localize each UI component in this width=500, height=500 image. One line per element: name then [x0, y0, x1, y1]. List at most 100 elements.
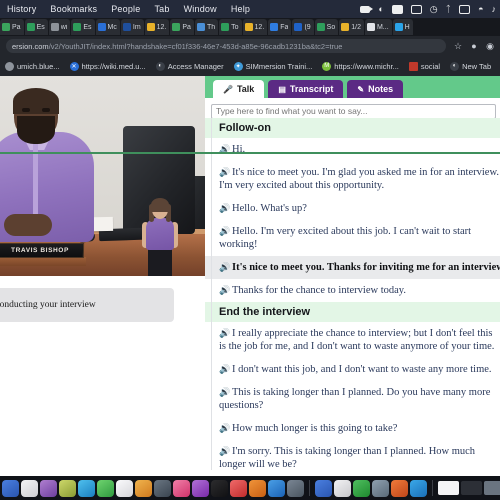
speaker-icon[interactable]: 🔊 — [219, 445, 232, 458]
browser-tab[interactable]: M... — [364, 19, 392, 35]
wifi-icon[interactable]: ◓ — [474, 4, 487, 14]
display-icon[interactable] — [407, 4, 426, 14]
talk-option[interactable]: 🔊 It's nice to meet you. I'm glad you ask… — [205, 161, 500, 197]
dock-icon[interactable] — [21, 479, 38, 497]
dock-window-thumb[interactable] — [438, 481, 459, 495]
browser-tab[interactable]: H — [392, 19, 413, 35]
extension-icon[interactable]: ● — [468, 40, 480, 52]
menu-item-people[interactable]: People — [104, 4, 147, 14]
browser-tab[interactable]: To — [219, 19, 242, 35]
dock-icon[interactable] — [211, 479, 228, 497]
control-center-icon[interactable] — [388, 4, 407, 14]
speaker-icon[interactable]: 🔊 — [219, 166, 232, 179]
talk-option[interactable]: 🔊 I'm sorry. This is taking longer than I… — [205, 440, 500, 470]
dock-icon[interactable] — [268, 479, 285, 497]
dock-icon[interactable] — [410, 479, 427, 497]
speaker-icon[interactable]: 🔊 — [219, 284, 232, 297]
talk-option-selected[interactable]: 🔊 It's nice to meet you. Thanks for invit… — [205, 256, 500, 279]
speaker-icon[interactable]: 🔊 — [219, 225, 232, 238]
browser-tab[interactable]: 12. — [242, 19, 268, 35]
bookmark-item[interactable]: ✦ SIMmersion Traini... — [229, 61, 318, 71]
dock-icon[interactable] — [315, 479, 332, 497]
volume-icon[interactable]: ♪ — [488, 4, 500, 14]
dock-icon[interactable] — [391, 479, 408, 497]
dock-icon[interactable] — [78, 479, 95, 497]
menu-item-help[interactable]: Help — [224, 4, 257, 14]
browser-tab[interactable]: Es — [71, 19, 95, 35]
talk-option[interactable]: 🔊 Thanks for the chance to interview toda… — [205, 279, 500, 302]
speaker-icon[interactable]: 🔊 — [219, 261, 232, 274]
interview-video[interactable]: TRAVIS BISHOP — [0, 76, 205, 276]
menu-item-window[interactable]: Window — [177, 4, 224, 14]
talk-option[interactable]: 🔊 I really appreciate the chance to inter… — [205, 322, 500, 358]
dock-icon[interactable] — [192, 479, 209, 497]
browser-tab[interactable]: Th — [194, 19, 219, 35]
dock-icon[interactable] — [154, 479, 171, 497]
dock-icon[interactable] — [40, 479, 57, 497]
bluetooth-icon[interactable]: ᛏ — [442, 4, 455, 14]
browser-tab[interactable]: Es — [24, 19, 48, 35]
bookmark-item[interactable]: ✕ https://wiki.med.u... — [65, 61, 151, 71]
address-bar[interactable]: ersion.com/v2/YouthJIT/index.html?handsh… — [6, 39, 446, 53]
browser-tab[interactable]: 12. — [144, 19, 170, 35]
tab-notes[interactable]: ✎ Notes — [347, 80, 404, 98]
dock-icon[interactable] — [230, 479, 247, 497]
speaker-icon[interactable]: 🔊 — [219, 202, 232, 215]
dock-icon[interactable] — [334, 479, 351, 497]
talk-option[interactable]: 🔊 Hello. I'm very excited about this job.… — [205, 220, 500, 256]
bookmark-item[interactable]: ◐Error — [496, 62, 500, 71]
talk-option[interactable]: 🔊 Hello. What's up? — [205, 197, 500, 220]
tab-talk[interactable]: 🎤 Talk — [213, 80, 265, 98]
talk-option[interactable]: 🔊 Hi. — [205, 138, 500, 161]
browser-tab[interactable]: Pa — [0, 19, 24, 35]
bookmark-item[interactable]: social — [404, 61, 445, 71]
screen-share-icon[interactable]: ◐ — [374, 4, 387, 14]
browser-tab[interactable]: wi — [48, 19, 71, 35]
dock-icon[interactable] — [135, 479, 152, 497]
dock-icon[interactable] — [2, 479, 19, 497]
dock-window-thumb[interactable] — [484, 481, 500, 495]
battery-icon[interactable] — [455, 4, 474, 14]
dock-icon[interactable] — [372, 479, 389, 497]
bookmark-item[interactable]: Mhttps://www.michr... — [317, 61, 404, 71]
speaker-icon[interactable]: 🔊 — [219, 143, 232, 156]
menu-item-bookmarks[interactable]: Bookmarks — [43, 4, 104, 14]
speaker-icon[interactable]: 🔊 — [219, 386, 232, 399]
talk-option[interactable]: 🔊 This is taking longer than I planned. D… — [205, 381, 500, 417]
bookmark-item[interactable]: ◐ New Tab — [445, 61, 496, 71]
browser-tab[interactable]: Fa — [268, 19, 292, 35]
dock-icon[interactable] — [59, 479, 76, 497]
browser-tab[interactable]: So — [314, 19, 339, 35]
search-input[interactable] — [211, 103, 496, 119]
dock-window-thumb[interactable] — [461, 481, 482, 495]
browser-tab[interactable]: Pa — [170, 19, 194, 35]
time-machine-icon[interactable]: ◷ — [426, 4, 442, 14]
talk-option[interactable]: 🔊 How much longer is this going to take? — [205, 417, 500, 440]
star-icon[interactable]: ☆ — [452, 40, 464, 52]
browser-tab[interactable]: (9 — [292, 19, 314, 35]
speaker-icon[interactable]: 🔊 — [219, 363, 232, 376]
dock-icon[interactable] — [249, 479, 266, 497]
dock-icon[interactable] — [287, 479, 304, 497]
bookmark-item[interactable]: ◐ Access Manager — [151, 61, 229, 71]
menu-item-tab[interactable]: Tab — [147, 4, 176, 14]
menu-item-history[interactable]: History — [0, 4, 43, 14]
dock-icon[interactable] — [353, 479, 370, 497]
video-camera-icon[interactable] — [356, 5, 374, 13]
dock-icon[interactable] — [116, 479, 133, 497]
talk-option[interactable]: 🔊 I don't want this job, and I don't want… — [205, 358, 500, 381]
speaker-icon[interactable]: 🔊 — [219, 327, 232, 340]
tab-transcript[interactable]: ▤ Transcript — [268, 80, 344, 98]
profile-icon[interactable]: ◉ — [484, 40, 496, 52]
talk-options-list[interactable]: Follow-on 🔊 Hi. 🔊 It's nice to meet you. I… — [205, 118, 500, 470]
browser-tab[interactable]: Im — [120, 19, 144, 35]
browser-tab-strip[interactable]: Pa Es wi Es Mc Im 12. Pa Th To 12. Fa (9… — [0, 18, 500, 36]
dock-icon[interactable] — [173, 479, 190, 497]
browser-tab[interactable]: Mc — [95, 19, 120, 35]
dock-icon[interactable] — [97, 479, 114, 497]
speaker-icon[interactable]: 🔊 — [219, 422, 232, 435]
talk-option-text: I really appreciate the chance to interv… — [219, 328, 495, 352]
tab-favicon — [26, 23, 35, 31]
browser-tab[interactable]: 1/2 — [339, 19, 364, 35]
bookmark-item[interactable]: umich.blue... — [0, 61, 65, 71]
